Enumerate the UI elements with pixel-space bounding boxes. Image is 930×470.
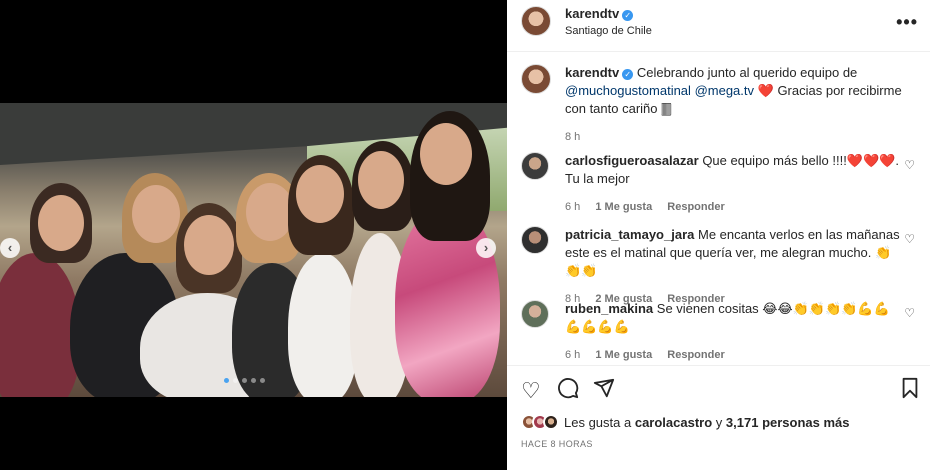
carousel-dot	[251, 378, 256, 383]
verified-badge-icon: ✓	[622, 69, 634, 80]
comment-time[interactable]: 6 h	[565, 201, 580, 213]
likes-count[interactable]: 3,171 personas más	[726, 415, 850, 430]
comment-username[interactable]: carlosfigueroasalazar	[565, 153, 699, 168]
comment-username[interactable]: patricia_tamayo_jara	[565, 227, 694, 242]
mention-link[interactable]: @muchogustomatinal	[565, 83, 691, 98]
carousel-dot	[242, 378, 247, 383]
author-username[interactable]: karendtv	[565, 6, 619, 21]
reply-button[interactable]: Responder	[667, 349, 724, 361]
post-timestamp[interactable]: HACE 8 HORAS	[521, 439, 593, 449]
likes-summary: Les gusta a carolacastro y 3,171 persona…	[521, 414, 850, 430]
liker-avatar	[543, 414, 559, 430]
liked-by-user[interactable]: carolacastro	[635, 415, 712, 430]
comment-likes[interactable]: 1 Me gusta	[595, 201, 652, 213]
heart-icon[interactable]: ♡	[904, 306, 915, 320]
post-side-panel: karendtv ✓ Santiago de Chile ••• karendtv…	[507, 0, 930, 470]
more-options-icon[interactable]: •••	[896, 12, 918, 33]
commenter-avatar[interactable]	[521, 226, 549, 254]
comment-time[interactable]: 6 h	[565, 349, 580, 361]
heart-icon[interactable]: ♡	[904, 232, 915, 246]
post-photo	[0, 103, 507, 397]
post-header: karendtv ✓ Santiago de Chile •••	[507, 0, 930, 52]
carousel-dot	[233, 378, 238, 383]
next-slide-button[interactable]: ›	[476, 238, 496, 258]
comment-username[interactable]: ruben_makina	[565, 301, 653, 316]
share-icon[interactable]	[593, 377, 615, 405]
commenter-avatar[interactable]	[521, 300, 549, 328]
mention-link[interactable]: @mega.tv	[695, 83, 754, 98]
caption-username[interactable]: karendtv	[565, 65, 619, 80]
post-actions: ♡ Les gusta a carolacastro y 3,171 perso…	[507, 365, 930, 470]
heart-icon[interactable]: ♡	[904, 158, 915, 172]
post-media: ‹ ›	[0, 0, 507, 470]
post-time[interactable]: 8 h	[565, 131, 580, 143]
bookmark-icon[interactable]	[900, 377, 920, 405]
prev-slide-button[interactable]: ‹	[0, 238, 20, 258]
comment-icon[interactable]	[557, 377, 579, 405]
author-avatar[interactable]	[521, 6, 551, 36]
author-avatar[interactable]	[521, 64, 551, 94]
post-location[interactable]: Santiago de Chile	[565, 25, 652, 37]
carousel-indicator	[224, 378, 265, 383]
verified-badge-icon: ✓	[622, 10, 634, 21]
heart-icon[interactable]: ♡	[521, 378, 541, 404]
carousel-dot	[224, 378, 229, 383]
caption-text: Celebrando junto al querido equipo de	[636, 65, 858, 80]
heart-emoji: ❤️	[757, 83, 774, 98]
carousel-dot	[260, 378, 265, 383]
reply-button[interactable]: Responder	[667, 201, 724, 213]
comment-likes[interactable]: 1 Me gusta	[595, 349, 652, 361]
commenter-avatar[interactable]	[521, 152, 549, 180]
